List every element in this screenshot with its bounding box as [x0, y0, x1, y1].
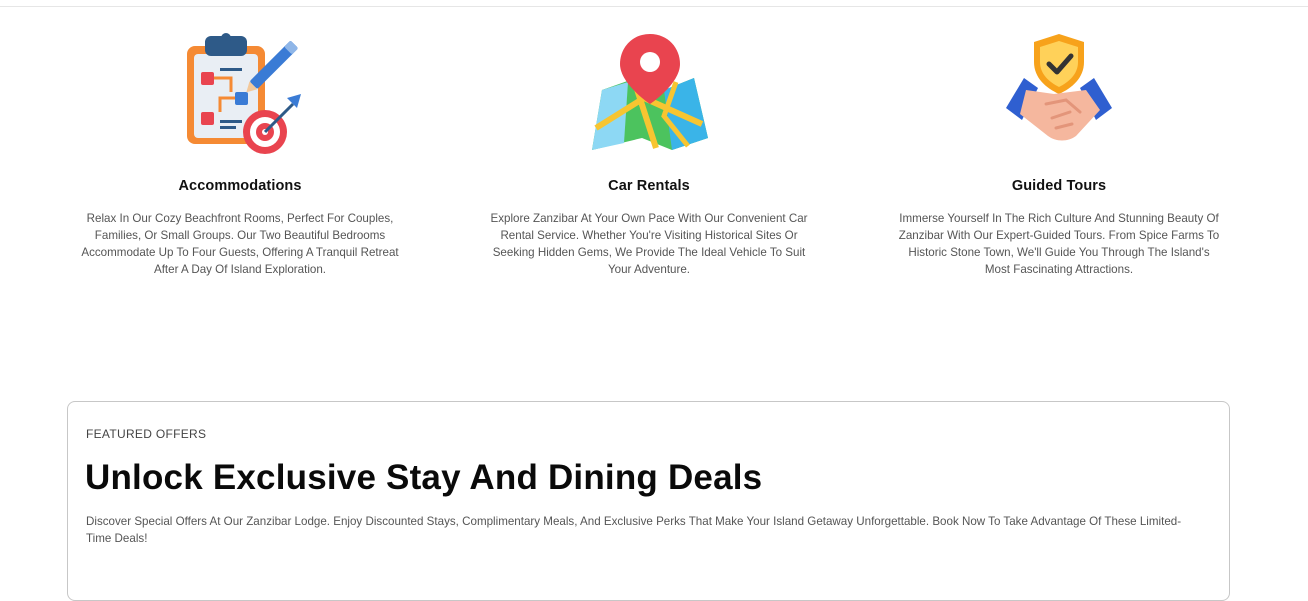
offers-eyebrow: FEATURED OFFERS: [86, 427, 207, 441]
featured-offers-card: FEATURED OFFERS Unlock Exclusive Stay An…: [67, 401, 1230, 601]
service-car-rentals: Car Rentals Explore Zanzibar At Your Own…: [484, 28, 814, 278]
offers-description: Discover Special Offers At Our Zanzibar …: [86, 515, 1182, 545]
service-guided-tours: Guided Tours Immerse Yourself In The Ric…: [894, 28, 1224, 278]
service-title: Accommodations: [178, 178, 302, 194]
service-accommodations: Accommodations Relax In Our Cozy Beachfr…: [75, 28, 405, 278]
service-title: Car Rentals: [608, 178, 690, 194]
map-pin-icon: [592, 34, 708, 150]
planning-clipboard-target-icon: [187, 33, 301, 154]
service-description: Explore Zanzibar At Your Own Pace With O…: [490, 212, 808, 276]
service-title: Guided Tours: [1011, 178, 1107, 194]
service-description: Immerse Yourself In The Rich Culture And…: [898, 212, 1220, 276]
handshake-shield-icon: [1006, 34, 1112, 141]
services-section: Accommodations Relax In Our Cozy Beachfr…: [0, 0, 1308, 300]
service-description: Relax In Our Cozy Beachfront Rooms, Perf…: [81, 212, 399, 276]
offers-heading: Unlock Exclusive Stay And Dining Deals: [85, 458, 763, 497]
